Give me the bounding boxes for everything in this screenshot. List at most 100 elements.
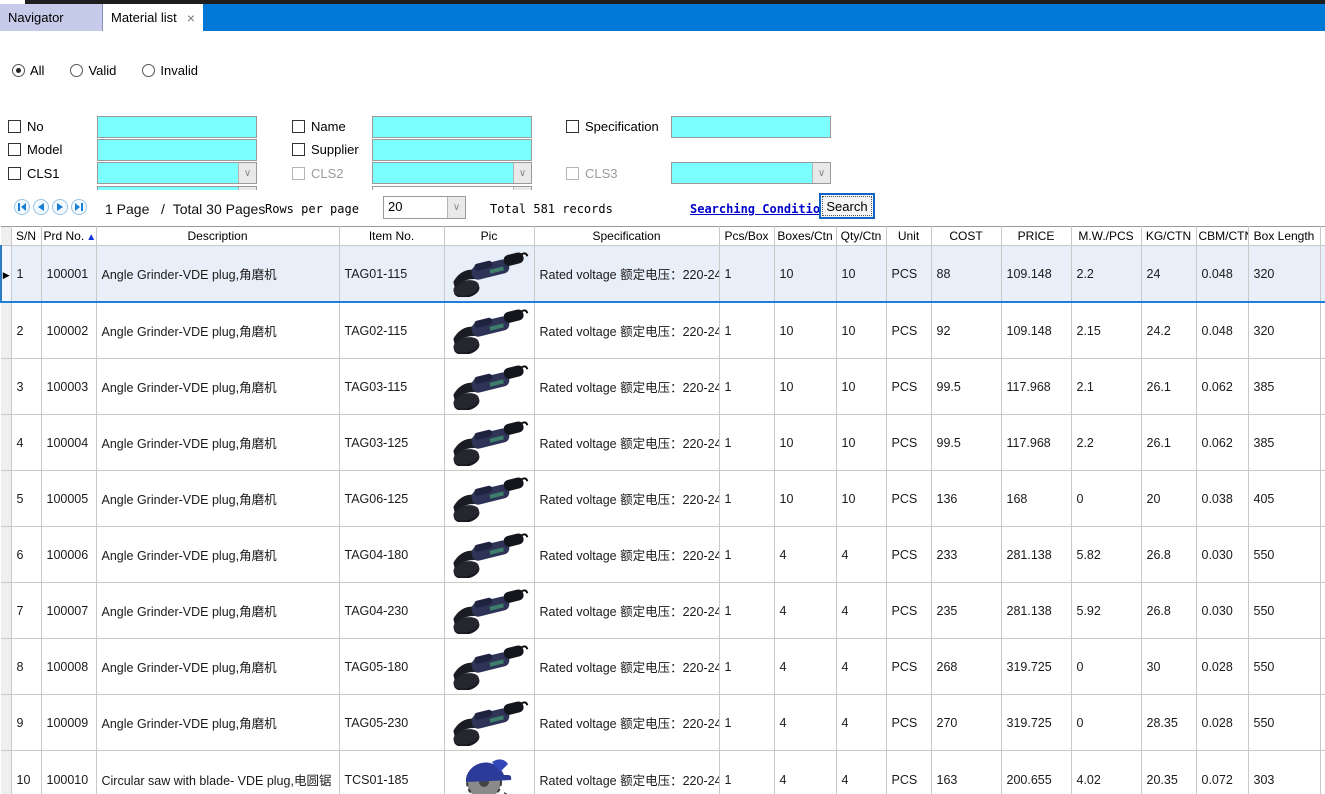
row-selector-cell[interactable] — [1, 302, 11, 359]
table-row[interactable]: 7100007Angle Grinder-VDE plug,角磨机TAG04-2… — [1, 583, 1325, 639]
cell-specification: Rated voltage 额定电压：220-240 — [534, 246, 719, 303]
filter-name-input[interactable] — [372, 116, 532, 138]
table-row[interactable]: ▶1100001Angle Grinder-VDE plug,角磨机TAG01-… — [1, 246, 1325, 303]
cell-item_no: TAG01-115 — [339, 246, 444, 303]
table-row[interactable]: 6100006Angle Grinder-VDE plug,角磨机TAG04-1… — [1, 527, 1325, 583]
radio-valid[interactable]: Valid — [70, 63, 116, 78]
cell-pcs_box: 1 — [719, 583, 774, 639]
column-header-description[interactable]: Description — [96, 227, 339, 246]
filter-cls2-select[interactable]: ∨ — [372, 162, 532, 184]
column-header-specification[interactable]: Specification — [534, 227, 719, 246]
column-header-pic[interactable]: Pic — [444, 227, 534, 246]
filter-supplier-checkbox[interactable]: Supplier — [292, 142, 359, 157]
table-row[interactable]: 2100002Angle Grinder-VDE plug,角磨机TAG02-1… — [1, 302, 1325, 359]
column-header-item_no[interactable]: Item No. — [339, 227, 444, 246]
cell-boxes_ctn: 10 — [774, 246, 836, 303]
radio-all[interactable]: All — [12, 63, 44, 78]
cell-price: 319.725 — [1001, 695, 1071, 751]
row-selector-cell[interactable] — [1, 583, 11, 639]
checkbox-icon — [292, 167, 305, 180]
page-position-text: 1 Page / Total 30 Pages — [105, 201, 265, 217]
angle-grinder-image — [446, 360, 532, 410]
chevron-down-icon[interactable]: ∨ — [238, 163, 256, 183]
search-button[interactable]: Search — [819, 193, 875, 219]
next-page-button[interactable] — [52, 199, 68, 215]
cell-description: Angle Grinder-VDE plug,角磨机 — [96, 302, 339, 359]
chevron-down-icon[interactable]: ∨ — [513, 163, 531, 183]
filter-model-checkbox[interactable]: Model — [8, 142, 62, 157]
filter-specification-input[interactable] — [671, 116, 831, 138]
angle-grinder-image — [446, 696, 532, 746]
column-header-cbm_ctn[interactable]: CBM/CTN — [1196, 227, 1248, 246]
radio-invalid[interactable]: Invalid — [142, 63, 198, 78]
row-selector-cell[interactable] — [1, 471, 11, 527]
table-row[interactable]: 4100004Angle Grinder-VDE plug,角磨机TAG03-1… — [1, 415, 1325, 471]
row-selector-cell[interactable] — [1, 415, 11, 471]
filter-name-checkbox[interactable]: Name — [292, 119, 346, 134]
cell-cost: 235 — [931, 583, 1001, 639]
material-grid: S/NPrd No.▲DescriptionItem No.PicSpecifi… — [0, 226, 1325, 794]
column-header-kg_ctn[interactable]: KG/CTN — [1141, 227, 1196, 246]
tab-material-list[interactable]: Material list × — [103, 4, 203, 31]
tab-navigator[interactable]: Navigator — [0, 4, 103, 31]
cell-sn: 7 — [11, 583, 41, 639]
chevron-down-icon[interactable]: ∨ — [812, 163, 830, 183]
filter-panel: All Valid Invalid No Model CLS1 — [0, 31, 1325, 196]
row-selector-cell[interactable]: ▶ — [1, 246, 11, 303]
cell-mw_pcs: 0 — [1071, 639, 1141, 695]
table-row[interactable]: 9100009Angle Grinder-VDE plug,角磨机TAG05-2… — [1, 695, 1325, 751]
row-selector-cell[interactable] — [1, 527, 11, 583]
cell-boxes_ctn: 10 — [774, 359, 836, 415]
filter-specification-checkbox[interactable]: Specification — [566, 119, 659, 134]
filter-cls3-select[interactable]: ∨ — [671, 162, 831, 184]
filter-supplier-input[interactable] — [372, 139, 532, 161]
validity-radio-group: All Valid Invalid — [12, 63, 198, 78]
cell-unit: PCS — [886, 246, 931, 303]
filter-cls1-checkbox[interactable]: CLS1 — [8, 166, 60, 181]
cell-b: 1 — [1320, 639, 1325, 695]
column-header-prd_no[interactable]: Prd No.▲ — [41, 227, 96, 246]
column-header-pcs_box[interactable]: Pcs/Box — [719, 227, 774, 246]
table-row[interactable]: 3100003Angle Grinder-VDE plug,角磨机TAG03-1… — [1, 359, 1325, 415]
table-row[interactable]: 5100005Angle Grinder-VDE plug,角磨机TAG06-1… — [1, 471, 1325, 527]
filter-model-input[interactable] — [97, 139, 257, 161]
filter-cls3-label: CLS3 — [585, 166, 618, 181]
cell-pcs_box: 1 — [719, 527, 774, 583]
first-page-button[interactable] — [14, 199, 30, 215]
column-header-price[interactable]: PRICE — [1001, 227, 1071, 246]
cell-specification: Rated voltage 额定电压：220-240 — [534, 415, 719, 471]
row-selector-cell[interactable] — [1, 359, 11, 415]
table-row[interactable]: 8100008Angle Grinder-VDE plug,角磨机TAG05-1… — [1, 639, 1325, 695]
previous-page-button[interactable] — [33, 199, 49, 215]
table-row[interactable]: 10100010Circular saw with blade- VDE plu… — [1, 751, 1325, 794]
cell-specification: Rated voltage 额定电压：220-240 — [534, 751, 719, 794]
row-selector-cell[interactable] — [1, 639, 11, 695]
rows-per-page-select[interactable]: 20 ∨ — [383, 196, 466, 219]
cell-box_length: 405 — [1248, 471, 1320, 527]
column-header-qty_ctn[interactable]: Qty/Ctn — [836, 227, 886, 246]
filter-supplier-label: Supplier — [311, 142, 359, 157]
column-header-unit[interactable]: Unit — [886, 227, 931, 246]
row-selector-cell[interactable] — [1, 751, 11, 794]
close-icon[interactable]: × — [187, 10, 195, 26]
filter-cls1-select[interactable]: ∨ — [97, 162, 257, 184]
chevron-down-icon[interactable]: ∨ — [447, 197, 465, 218]
cell-pic — [444, 639, 534, 695]
filter-no-input[interactable] — [97, 116, 257, 138]
column-header-cost[interactable]: COST — [931, 227, 1001, 246]
cell-pic — [444, 471, 534, 527]
row-selector-cell[interactable] — [1, 695, 11, 751]
column-header-mw_pcs[interactable]: M.W./PCS — [1071, 227, 1141, 246]
filter-no-checkbox[interactable]: No — [8, 119, 44, 134]
cell-pcs_box: 1 — [719, 695, 774, 751]
column-header-box_length[interactable]: Box Length — [1248, 227, 1320, 246]
radio-invalid-icon — [142, 64, 155, 77]
cell-price: 117.968 — [1001, 415, 1071, 471]
cell-mw_pcs: 5.92 — [1071, 583, 1141, 639]
cell-unit: PCS — [886, 695, 931, 751]
column-header-b[interactable]: B — [1320, 227, 1325, 246]
column-header-sn[interactable]: S/N — [11, 227, 41, 246]
last-page-button[interactable] — [71, 199, 87, 215]
searching-condition-link[interactable]: Searching Condition — [690, 202, 827, 216]
column-header-boxes_ctn[interactable]: Boxes/Ctn — [774, 227, 836, 246]
